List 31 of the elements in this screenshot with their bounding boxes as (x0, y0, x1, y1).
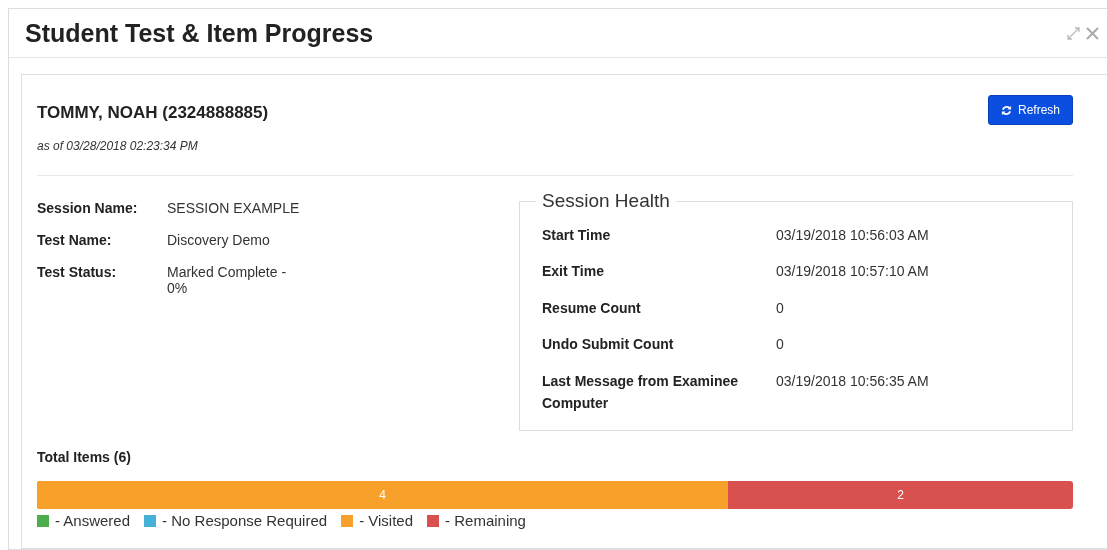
section-title: Total Items (6) (37, 449, 132, 466)
field-value: 0 (776, 335, 785, 355)
field-label: Last Message from Examinee Computer (542, 371, 740, 413)
field-value: Marked Complete - 0% (167, 264, 288, 296)
field-label: Session Name: (37, 200, 139, 216)
legend-label: - Remaining (445, 512, 526, 530)
student-name: TOMMY, NOAH (2324888885) (37, 103, 269, 123)
legend-label: - Visited (359, 512, 414, 530)
refresh-icon (1000, 104, 1012, 116)
fill-count: 4 (379, 488, 386, 503)
field-label: Test Name: (37, 232, 113, 248)
field-label: Exit Time (542, 262, 605, 282)
expand-icon[interactable] (1067, 26, 1080, 40)
panel-title: Session Health (541, 190, 671, 212)
field-value: SESSION EXAMPLE (167, 200, 301, 216)
remaining-count: 2 (897, 488, 904, 503)
field-label: Start Time (542, 226, 612, 245)
field-label: Resume Count (542, 298, 642, 318)
field-value: 0 (776, 298, 785, 318)
field-value: 03/19/2018 10:56:35 AM (776, 371, 930, 391)
close-icon[interactable] (1086, 26, 1099, 40)
refresh-button[interactable]: Refresh (987, 95, 1073, 125)
dialog-title: Student Test & Item Progress (25, 18, 375, 48)
field-label: Test Status: (37, 264, 118, 282)
field-label: Undo Submit Count (542, 335, 675, 355)
field-value: 03/19/2018 10:57:10 AM (776, 262, 930, 282)
legend-label: - No Response Required (162, 512, 328, 530)
timestamp: as of 03/28/2018 02:23:34 PM (37, 139, 199, 153)
field-value: Discovery Demo (167, 232, 271, 248)
legend-label: - Answered (55, 512, 131, 530)
field-value: 03/19/2018 10:56:03 AM (776, 226, 930, 245)
